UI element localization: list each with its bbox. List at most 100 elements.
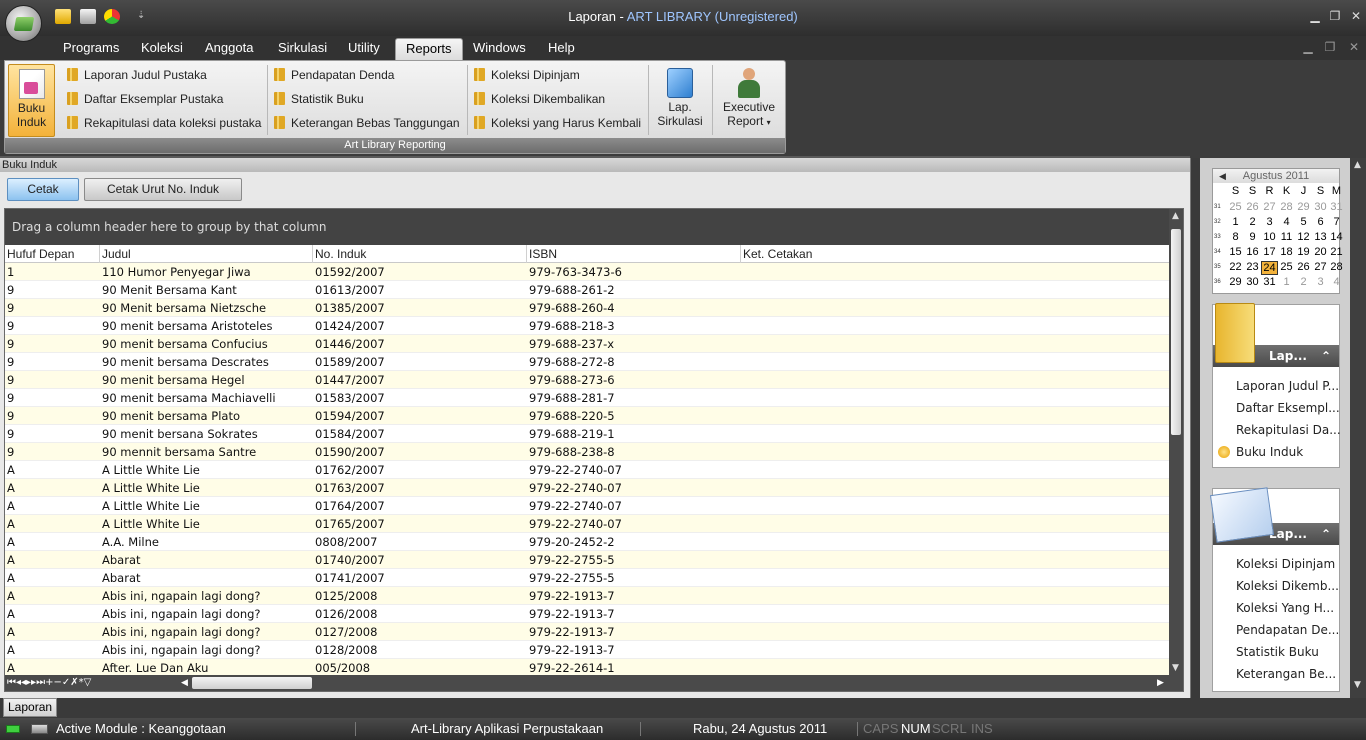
- table-cell[interactable]: 979-688-238-8: [527, 443, 615, 461]
- table-cell[interactable]: Abis ini, ngapain lagi dong?: [100, 623, 261, 641]
- tab-utility[interactable]: Utility: [338, 38, 390, 60]
- calendar-day[interactable]: 21: [1328, 246, 1345, 258]
- table-cell[interactable]: 0125/2008: [313, 587, 377, 605]
- table-cell[interactable]: 979-22-2740-07: [527, 497, 622, 515]
- table-cell[interactable]: 979-688-281-7: [527, 389, 615, 407]
- column-header-judul[interactable]: Judul: [100, 245, 313, 263]
- table-cell[interactable]: 01763/2007: [313, 479, 385, 497]
- table-row[interactable]: A A Little White Lie 01762/2007 979-22-274…: [5, 461, 1169, 479]
- calendar-day[interactable]: 12: [1295, 231, 1312, 243]
- calendar-day[interactable]: 26: [1295, 261, 1312, 273]
- table-cell[interactable]: [741, 515, 743, 533]
- scroll-down-icon[interactable]: ▼: [1172, 663, 1179, 673]
- table-cell[interactable]: A: [5, 515, 15, 533]
- table-cell[interactable]: 0128/2008: [313, 641, 377, 659]
- column-header-ket-cetakan[interactable]: Ket. Cetakan: [741, 245, 1169, 263]
- table-cell[interactable]: [741, 407, 743, 425]
- koleksi-harus-kembali-button[interactable]: Koleksi yang Harus Kembali: [474, 113, 641, 133]
- calendar-day[interactable]: 30: [1312, 201, 1329, 213]
- table-row[interactable]: A Abis ini, ngapain lagi dong? 0126/2008 97…: [5, 605, 1169, 623]
- calendar-day[interactable]: 25: [1227, 201, 1244, 213]
- table-cell[interactable]: [741, 317, 743, 335]
- table-cell[interactable]: A.A. Milne: [100, 533, 159, 551]
- table-cell[interactable]: 01765/2007: [313, 515, 385, 533]
- table-cell[interactable]: 9: [5, 317, 14, 335]
- grid-vertical-scrollbar[interactable]: ▲ ▼: [1169, 209, 1183, 677]
- table-cell[interactable]: A: [5, 461, 15, 479]
- calendar-day[interactable]: 25: [1278, 261, 1295, 273]
- tab-sirkulasi[interactable]: Sirkulasi: [268, 38, 337, 60]
- calendar-day[interactable]: 16: [1244, 246, 1261, 258]
- calendar-day[interactable]: 3: [1261, 216, 1278, 228]
- table-cell[interactable]: 90 menit bersana Sokrates: [100, 425, 258, 443]
- calendar-day[interactable]: 4: [1328, 276, 1345, 288]
- calendar-day[interactable]: 14: [1328, 231, 1345, 243]
- table-cell[interactable]: Abarat: [100, 569, 141, 587]
- table-cell[interactable]: A: [5, 497, 15, 515]
- table-cell[interactable]: 90 menit bersama Hegel: [100, 371, 245, 389]
- table-row[interactable]: A Abarat 01740/2007 979-22-2755-5: [5, 551, 1169, 569]
- calendar-day[interactable]: 28: [1328, 261, 1345, 273]
- table-row[interactable]: 9 90 menit bersama Machiavelli 01583/2007 9…: [5, 389, 1169, 407]
- calendar-day[interactable]: 6: [1312, 216, 1329, 228]
- prev-month-icon[interactable]: ◀: [1219, 169, 1226, 183]
- table-cell[interactable]: [741, 551, 743, 569]
- link-keterangan-bebas[interactable]: Keterangan Be...: [1236, 667, 1336, 681]
- table-row[interactable]: A Abis ini, ngapain lagi dong? 0128/2008 97…: [5, 641, 1169, 659]
- calendar-day[interactable]: 3: [1312, 276, 1329, 288]
- table-cell[interactable]: 01594/2007: [313, 407, 385, 425]
- link-koleksi-harus-kembali[interactable]: Koleksi Yang H...: [1236, 601, 1334, 615]
- calendar-day[interactable]: 4: [1278, 216, 1295, 228]
- table-cell[interactable]: 979-688-273-6: [527, 371, 615, 389]
- table-cell[interactable]: 01584/2007: [313, 425, 385, 443]
- rekapitulasi-button[interactable]: Rekapitulasi data koleksi pustaka: [67, 113, 261, 133]
- table-cell[interactable]: 90 Menit bersama Nietzsche: [100, 299, 266, 317]
- table-cell[interactable]: 979-763-3473-6: [527, 263, 622, 281]
- table-cell[interactable]: [741, 587, 743, 605]
- calendar-day[interactable]: 23: [1244, 261, 1261, 273]
- tab-help[interactable]: Help: [538, 38, 585, 60]
- table-cell[interactable]: 979-688-237-x: [527, 335, 614, 353]
- table-cell[interactable]: 9: [5, 353, 14, 371]
- table-cell[interactable]: 979-22-1913-7: [527, 605, 615, 623]
- table-cell[interactable]: [741, 353, 743, 371]
- table-cell[interactable]: 90 menit bersama Confucius: [100, 335, 268, 353]
- table-cell[interactable]: 979-688-260-4: [527, 299, 615, 317]
- table-cell[interactable]: 01762/2007: [313, 461, 385, 479]
- table-cell[interactable]: 01589/2007: [313, 353, 385, 371]
- table-row[interactable]: 1 110 Humor Penyegar Jiwa 01592/2007 979-76…: [5, 263, 1169, 281]
- table-cell[interactable]: [741, 299, 743, 317]
- calendar-day[interactable]: 13: [1312, 231, 1329, 243]
- grid-horizontal-thumb[interactable]: [192, 677, 312, 689]
- scroll-up-icon[interactable]: ▲: [1172, 211, 1179, 221]
- calendar-day[interactable]: 5: [1295, 216, 1312, 228]
- link-laporan-judul[interactable]: Laporan Judul P...: [1236, 379, 1339, 393]
- table-cell[interactable]: 90 Menit Bersama Kant: [100, 281, 237, 299]
- calendar-day[interactable]: 7: [1328, 216, 1345, 228]
- table-row[interactable]: A Abarat 01741/2007 979-22-2755-5: [5, 569, 1169, 587]
- mdi-minimize-icon[interactable]: ▁: [1298, 40, 1318, 54]
- table-cell[interactable]: 979-22-2740-07: [527, 479, 622, 497]
- tab-laporan[interactable]: Laporan: [3, 698, 58, 717]
- scroll-down-icon[interactable]: ▼: [1354, 680, 1361, 690]
- table-cell[interactable]: 979-22-2740-07: [527, 461, 622, 479]
- koleksi-dikembalikan-button[interactable]: Koleksi Dikembalikan: [474, 89, 605, 109]
- calendar-day[interactable]: 11: [1278, 231, 1295, 243]
- table-cell[interactable]: [741, 425, 743, 443]
- scroll-left-icon[interactable]: ◀: [181, 675, 188, 691]
- table-cell[interactable]: 01592/2007: [313, 263, 385, 281]
- table-cell[interactable]: 979-688-220-5: [527, 407, 615, 425]
- lap-sirkulasi-button[interactable]: Lap. Sirkulasi: [653, 64, 707, 137]
- calendar-day[interactable]: 28: [1278, 201, 1295, 213]
- table-cell[interactable]: 9: [5, 425, 14, 443]
- app-orb-button[interactable]: [5, 5, 42, 42]
- statistik-buku-button[interactable]: Statistik Buku: [274, 89, 364, 109]
- cetak-button[interactable]: Cetak: [7, 178, 79, 201]
- table-cell[interactable]: 9: [5, 389, 14, 407]
- table-cell[interactable]: 979-20-2452-2: [527, 533, 615, 551]
- table-cell[interactable]: 979-22-2755-5: [527, 551, 615, 569]
- table-cell[interactable]: 979-22-1913-7: [527, 623, 615, 641]
- scroll-right-icon[interactable]: ▶: [1157, 675, 1164, 691]
- tab-anggota[interactable]: Anggota: [195, 38, 263, 60]
- navigator-icons[interactable]: ⏮◂◂▸▸⏭+−✓✗*▽: [7, 677, 91, 688]
